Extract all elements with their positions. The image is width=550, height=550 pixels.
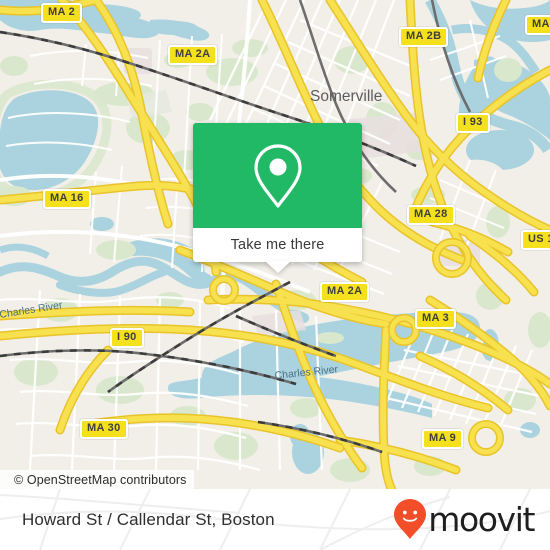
moovit-brand[interactable]: moovit [393,498,535,540]
route-shield[interactable]: I 93 [456,112,490,133]
moovit-wordmark: moovit [428,500,535,539]
route-shield[interactable]: MA 2A [168,44,218,65]
city-label-somerville: Somerville [310,88,382,105]
take-me-there-button[interactable]: Take me there [193,228,362,273]
route-shield[interactable]: I 90 [110,327,144,348]
route-shield[interactable]: MA 3 [415,308,457,329]
destination-card[interactable]: Take me there [193,123,362,273]
osm-attribution[interactable]: © OpenStreetMap contributors [0,470,194,490]
route-shield[interactable]: MA 2 [41,2,83,23]
route-shield[interactable]: US 1 [521,229,550,250]
route-shield[interactable]: MA 30 [80,418,128,439]
route-shield[interactable]: MA 9 [422,428,464,449]
bottom-info-bar: Howard St / Callendar St, Boston moovit [0,489,550,550]
route-shield[interactable]: MA 2B [399,26,449,47]
moovit-pin-icon [394,498,427,539]
card-pointer-tail [264,261,291,273]
route-shield[interactable]: MA 2A [320,281,370,302]
route-shield[interactable]: MA 28 [407,204,455,225]
moovit-map-screen: Somerville Charles River Charles River M… [0,0,550,550]
place-title: Howard St / Callendar St, Boston [22,509,275,529]
take-me-there-label: Take me there [230,237,325,253]
destination-card-header [193,123,362,228]
route-shield[interactable]: MA [525,14,550,35]
map-pin-icon [253,143,302,208]
route-shield[interactable]: MA 16 [43,188,91,209]
